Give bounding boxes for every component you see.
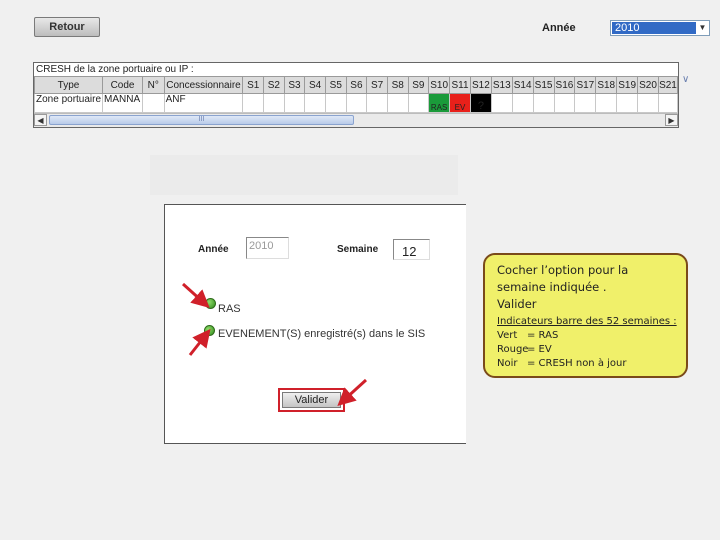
cell-type: Zone portuaire xyxy=(33,93,104,113)
semaine-field[interactable]: 12 xyxy=(393,239,430,260)
col-header-week[interactable]: S6 xyxy=(345,76,368,94)
col-header-week[interactable]: S3 xyxy=(283,76,306,94)
cell-concessionnaire: ANF xyxy=(163,93,244,113)
cell-week[interactable] xyxy=(657,93,679,113)
year-filter-label: Année xyxy=(542,22,576,34)
col-header-week[interactable]: S15 xyxy=(532,76,555,94)
radio-evenement[interactable] xyxy=(204,325,215,336)
cell-week[interactable] xyxy=(324,93,347,113)
col-header-week[interactable]: S5 xyxy=(324,76,347,94)
cell-week[interactable] xyxy=(263,93,285,113)
callout-line: semaine indiquée . xyxy=(497,280,607,294)
cell-week[interactable] xyxy=(242,93,265,113)
col-header-week[interactable]: S12 xyxy=(469,76,492,94)
col-header-week[interactable]: S21 xyxy=(657,76,679,94)
blank-area xyxy=(150,155,458,195)
col-header-concessionnaire[interactable]: Concessionnaire xyxy=(163,76,244,94)
callout-line: Cocher l’option pour la xyxy=(497,263,629,277)
annee-label: Année xyxy=(198,244,229,255)
col-header-week[interactable]: S18 xyxy=(595,76,618,94)
col-header-week[interactable]: S13 xyxy=(490,76,513,94)
scroll-left-icon[interactable]: ◀ xyxy=(34,114,47,126)
col-header-week[interactable]: S14 xyxy=(511,76,534,94)
cell-week[interactable] xyxy=(304,93,326,113)
legend-item: Noir = CRESH non à jour xyxy=(497,358,627,369)
cell-week[interactable] xyxy=(574,93,597,113)
valider-button[interactable]: Valider xyxy=(278,388,345,412)
annee-field[interactable]: 2010 xyxy=(246,237,289,259)
semaine-label: Semaine xyxy=(337,244,379,255)
col-header-week[interactable]: S19 xyxy=(616,76,639,94)
cell-num xyxy=(142,93,165,113)
col-header-week[interactable]: S20 xyxy=(637,76,659,94)
radio-ras[interactable] xyxy=(205,298,216,309)
cell-week[interactable] xyxy=(595,93,618,113)
cell-week-unknown[interactable]: ? xyxy=(469,93,492,113)
scroll-thumb-grip: III xyxy=(198,116,205,123)
chevron-down-icon[interactable]: ▼ xyxy=(698,23,707,33)
col-header-week[interactable]: S16 xyxy=(553,76,576,94)
cell-week[interactable] xyxy=(532,93,555,113)
cell-week[interactable] xyxy=(386,93,409,113)
col-header-week[interactable]: S9 xyxy=(407,76,430,94)
col-header-num[interactable]: N° xyxy=(142,76,165,94)
col-header-week[interactable]: S8 xyxy=(386,76,409,94)
cresh-table: Type Code N° Concessionnaire S1 S2 S3 S4… xyxy=(33,76,679,113)
help-callout: Cocher l’option pour la semaine indiquée… xyxy=(483,253,688,378)
col-header-week[interactable]: S11 xyxy=(449,76,471,94)
cresh-title: CRESH de la zone portuaire ou IP : xyxy=(36,64,194,75)
retour-button[interactable]: Retour xyxy=(34,17,100,37)
col-header-week[interactable]: S1 xyxy=(242,76,265,94)
year-select[interactable]: 2010 ▼ xyxy=(610,20,710,36)
table-row[interactable]: Zone portuaire MANNA ANF RAS EV ? xyxy=(33,93,679,113)
cell-week[interactable] xyxy=(637,93,659,113)
chevron-down-icon[interactable]: ∨ xyxy=(682,74,689,85)
legend-item: Vert = RAS xyxy=(497,330,559,341)
valider-button-label: Valider xyxy=(282,392,341,408)
year-select-value: 2010 xyxy=(612,22,696,34)
cell-week-ev[interactable]: EV xyxy=(449,93,471,113)
col-header-week[interactable]: S17 xyxy=(574,76,597,94)
cell-week[interactable] xyxy=(366,93,388,113)
legend-item: Rouge = EV xyxy=(497,344,552,355)
col-header-week[interactable]: S7 xyxy=(366,76,388,94)
scroll-thumb[interactable]: III xyxy=(49,115,354,125)
cell-week-ras[interactable]: RAS xyxy=(428,93,451,113)
col-header-week[interactable]: S10 xyxy=(428,76,451,94)
cell-week[interactable] xyxy=(511,93,534,113)
callout-line: Valider xyxy=(497,297,537,311)
col-header-week[interactable]: S4 xyxy=(304,76,326,94)
cell-code: MANNA xyxy=(102,93,143,113)
cell-week[interactable] xyxy=(283,93,306,113)
cell-week[interactable] xyxy=(490,93,513,113)
col-header-type[interactable]: Type xyxy=(33,76,104,94)
col-header-code[interactable]: Code xyxy=(102,76,143,94)
radio-evenement-label: EVENEMENT(S) enregistré(s) dans le SIS xyxy=(218,328,426,340)
radio-ras-label: RAS xyxy=(218,303,241,315)
horizontal-scrollbar[interactable]: ◀ III ▶ xyxy=(34,113,678,127)
col-header-week[interactable]: S2 xyxy=(263,76,285,94)
cresh-table-panel: CRESH de la zone portuaire ou IP : Type … xyxy=(33,62,679,128)
cell-week[interactable] xyxy=(616,93,639,113)
cell-week[interactable] xyxy=(345,93,368,113)
scroll-right-icon[interactable]: ▶ xyxy=(665,114,678,126)
callout-heading: Indicateurs barre des 52 semaines : xyxy=(497,316,677,327)
table-header-row: Type Code N° Concessionnaire S1 S2 S3 S4… xyxy=(33,76,679,94)
cell-week[interactable] xyxy=(553,93,576,113)
cell-week[interactable] xyxy=(407,93,430,113)
